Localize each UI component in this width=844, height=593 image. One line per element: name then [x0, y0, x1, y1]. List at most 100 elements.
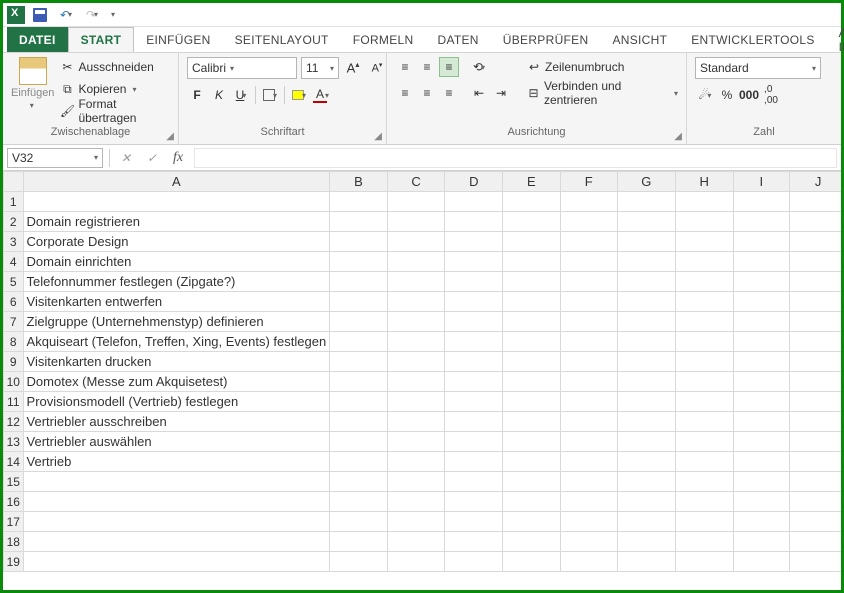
cell[interactable] [387, 252, 445, 272]
cell[interactable]: Zielgruppe (Unternehmenstyp) definieren [23, 312, 330, 332]
cell[interactable] [330, 312, 387, 332]
cell[interactable]: Provisionsmodell (Vertrieb) festlegen [23, 392, 330, 412]
tab-addins[interactable]: ADD-IN [827, 27, 844, 52]
cell[interactable] [387, 552, 445, 572]
cell[interactable] [503, 332, 560, 352]
cell[interactable] [330, 252, 387, 272]
cell[interactable] [503, 552, 560, 572]
cell[interactable] [617, 392, 675, 412]
cell[interactable] [23, 552, 330, 572]
font-launcher-icon[interactable]: ◢ [374, 131, 382, 142]
row-header[interactable]: 12 [4, 412, 24, 432]
row-header[interactable]: 15 [4, 472, 24, 492]
cell[interactable] [733, 512, 790, 532]
cell[interactable] [560, 352, 617, 372]
cell[interactable] [387, 212, 445, 232]
cell[interactable] [560, 492, 617, 512]
cell[interactable] [445, 332, 503, 352]
row-header[interactable]: 4 [4, 252, 24, 272]
tab-page-layout[interactable]: SEITENLAYOUT [223, 27, 341, 52]
cell[interactable] [330, 412, 387, 432]
cell[interactable] [675, 512, 733, 532]
align-middle-button[interactable]: ≡ [417, 57, 437, 77]
cell[interactable] [790, 472, 841, 492]
cell[interactable] [387, 192, 445, 212]
cell[interactable] [445, 512, 503, 532]
cell[interactable] [675, 212, 733, 232]
cell[interactable] [330, 272, 387, 292]
cell[interactable] [503, 272, 560, 292]
cell[interactable] [445, 212, 503, 232]
row-header[interactable]: 18 [4, 532, 24, 552]
font-size-combo[interactable]: 11▾ [301, 57, 339, 79]
cell[interactable] [733, 472, 790, 492]
cell[interactable] [387, 492, 445, 512]
redo-button[interactable]: ↷▾ [81, 5, 103, 25]
cell[interactable] [503, 432, 560, 452]
align-right-button[interactable]: ≡ [439, 83, 459, 103]
cell[interactable] [445, 292, 503, 312]
cell[interactable] [733, 252, 790, 272]
cell[interactable]: Visitenkarten drucken [23, 352, 330, 372]
cell[interactable] [733, 312, 790, 332]
row-header[interactable]: 3 [4, 232, 24, 252]
cell[interactable] [617, 292, 675, 312]
cell[interactable]: Domotex (Messe zum Akquisetest) [23, 372, 330, 392]
cell[interactable] [330, 192, 387, 212]
col-header-f[interactable]: F [560, 172, 617, 192]
name-box[interactable]: V32▾ [7, 148, 103, 168]
cell[interactable] [387, 232, 445, 252]
thousands-format-button[interactable]: 000 [739, 85, 759, 105]
cell[interactable] [560, 212, 617, 232]
cell[interactable] [790, 192, 841, 212]
cell[interactable] [503, 512, 560, 532]
wrap-text-button[interactable]: ↩ Zeilenumbruch [527, 57, 678, 77]
cell[interactable] [387, 332, 445, 352]
cell[interactable] [675, 272, 733, 292]
row-header[interactable]: 5 [4, 272, 24, 292]
cell[interactable] [733, 372, 790, 392]
cell[interactable] [790, 532, 841, 552]
cell[interactable] [733, 232, 790, 252]
cell[interactable] [733, 292, 790, 312]
cell[interactable] [617, 492, 675, 512]
cell[interactable] [675, 192, 733, 212]
cell[interactable]: Telefonnummer festlegen (Zipgate?) [23, 272, 330, 292]
cell[interactable] [330, 212, 387, 232]
cell[interactable] [560, 192, 617, 212]
number-format-combo[interactable]: Standard▾ [695, 57, 821, 79]
cell[interactable] [330, 452, 387, 472]
cell[interactable] [617, 452, 675, 472]
cell[interactable] [790, 252, 841, 272]
copy-button[interactable]: ⧉ Kopieren▾ [60, 79, 170, 99]
cell[interactable] [330, 492, 387, 512]
cell[interactable] [733, 332, 790, 352]
cell[interactable] [733, 532, 790, 552]
cell[interactable] [560, 332, 617, 352]
cell[interactable] [790, 352, 841, 372]
cell[interactable] [790, 512, 841, 532]
cell[interactable] [503, 532, 560, 552]
cell[interactable] [445, 252, 503, 272]
cell[interactable] [330, 532, 387, 552]
cell[interactable] [387, 512, 445, 532]
cell[interactable] [790, 492, 841, 512]
cell[interactable]: Vertriebler auswählen [23, 432, 330, 452]
cell[interactable] [675, 332, 733, 352]
col-header-g[interactable]: G [617, 172, 675, 192]
cell[interactable] [503, 252, 560, 272]
cell[interactable] [503, 412, 560, 432]
cell[interactable] [617, 312, 675, 332]
cell[interactable] [330, 552, 387, 572]
cell[interactable] [675, 452, 733, 472]
cell[interactable] [387, 312, 445, 332]
align-center-button[interactable]: ≡ [417, 83, 437, 103]
cell[interactable] [675, 312, 733, 332]
font-name-combo[interactable]: Calibri▾ [187, 57, 297, 79]
borders-button[interactable]: ▾ [260, 85, 280, 105]
row-header[interactable]: 10 [4, 372, 24, 392]
cell[interactable] [617, 192, 675, 212]
col-header-h[interactable]: H [675, 172, 733, 192]
qat-customize-icon[interactable]: ▾ [111, 10, 115, 19]
cell[interactable] [617, 332, 675, 352]
